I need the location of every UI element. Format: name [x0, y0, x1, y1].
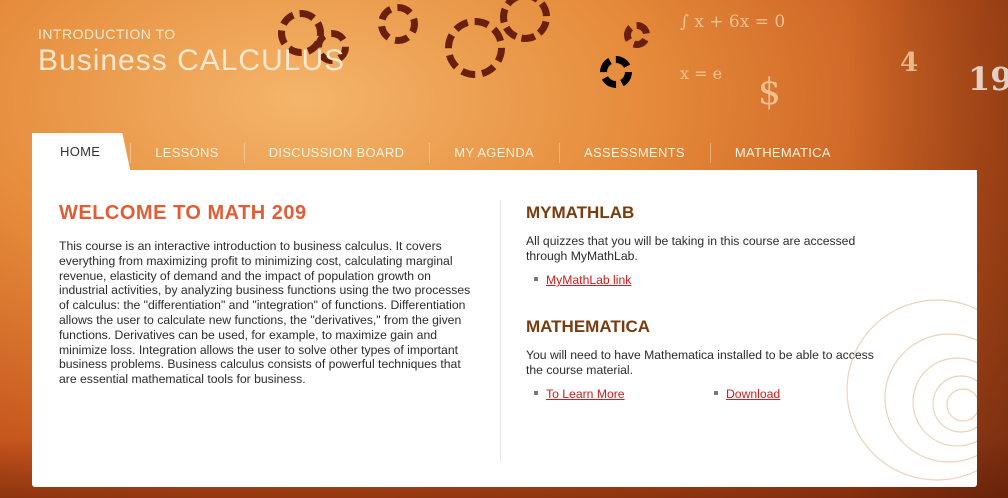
math-decoration-icon: 19 — [968, 60, 1008, 98]
bullet-icon — [714, 391, 718, 395]
tab-mathematica[interactable]: MATHEMATICA — [709, 134, 856, 170]
tab-home[interactable]: HOME — [32, 133, 131, 170]
welcome-section: WELCOME TO MATH 209 This course is an in… — [59, 202, 479, 387]
math-decoration-icon: x = e — [680, 64, 723, 83]
learn-more-link[interactable]: To Learn More — [546, 387, 625, 401]
math-decoration-icon: $ — [758, 72, 781, 113]
download-link[interactable]: Download — [726, 387, 780, 401]
site-title-small: INTRODUCTION TO — [38, 26, 176, 42]
gear-icon — [378, 4, 418, 44]
welcome-heading: WELCOME TO MATH 209 — [59, 202, 307, 224]
content-panel: WELCOME TO MATH 209 This course is an in… — [32, 170, 977, 487]
nautilus-shell-icon — [846, 299, 977, 481]
mymathlab-link[interactable]: MyMathLab link — [546, 273, 631, 287]
bullet-icon — [534, 391, 538, 395]
gear-icon — [624, 22, 650, 48]
tab-my-agenda[interactable]: MY AGENDA — [429, 134, 559, 170]
math-decoration-icon: ∫ x + 6x = 0 — [680, 12, 786, 32]
tab-discussion-board[interactable]: DISCUSSION BOARD — [243, 134, 430, 170]
bullet-icon — [534, 277, 538, 281]
site-title: INTRODUCTION TO Business CALCULUS — [38, 26, 345, 78]
list-item: Download — [706, 387, 780, 401]
math-decoration-icon: 4 — [900, 48, 919, 78]
list-item: To Learn More — [526, 387, 706, 401]
gear-icon — [445, 18, 505, 78]
list-item: MyMathLab link — [526, 273, 631, 287]
site-title-big: Business CALCULUS — [38, 44, 346, 77]
welcome-description: This course is an interactive introducti… — [59, 239, 471, 387]
column-divider — [500, 200, 501, 462]
tab-assessments[interactable]: ASSESSMENTS — [559, 134, 710, 170]
main-nav-tabs: HOME LESSONS DISCUSSION BOARD MY AGENDA … — [32, 133, 856, 170]
gear-icon — [600, 56, 632, 88]
tab-lessons[interactable]: LESSONS — [130, 134, 244, 170]
